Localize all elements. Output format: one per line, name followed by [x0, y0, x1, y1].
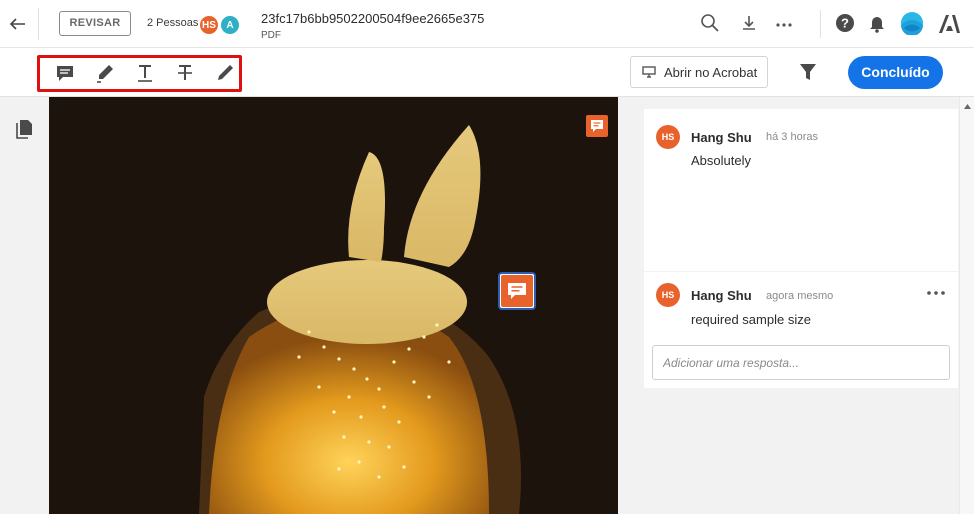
comment-pin-icon[interactable] — [586, 115, 608, 137]
draw-icon[interactable] — [214, 62, 236, 84]
underline-icon[interactable] — [134, 62, 156, 84]
reply-input[interactable] — [652, 345, 950, 380]
document-canvas[interactable] — [49, 97, 618, 514]
more-options-icon[interactable] — [773, 12, 795, 34]
panel-scrollbar[interactable] — [959, 97, 974, 514]
comments-panel: HS Hang Shu há 3 horas Absolutely HS Han… — [618, 97, 974, 514]
avatar-a[interactable]: A — [220, 15, 240, 35]
done-button[interactable]: Concluído — [848, 56, 943, 89]
document-title: 23fc17b6bb9502200504f9ee2665e375 — [261, 11, 485, 26]
comment-time: agora mesmo — [766, 290, 834, 302]
comment-card-active[interactable]: HS Hang Shu agora mesmo required sample … — [644, 272, 958, 388]
review-button[interactable]: REVISAR — [59, 11, 131, 36]
divider — [38, 8, 39, 40]
comment-time: há 3 horas — [766, 131, 818, 143]
comment-card[interactable]: HS Hang Shu há 3 horas Absolutely — [644, 109, 958, 271]
scroll-up-arrow-icon[interactable] — [962, 99, 973, 110]
people-count[interactable]: 2 Pessoas — [147, 17, 198, 29]
search-icon[interactable] — [699, 12, 721, 34]
pages-icon[interactable] — [14, 118, 34, 140]
notification-bell-icon[interactable] — [866, 12, 888, 34]
monitor-icon — [642, 66, 656, 78]
comment-text: Absolutely — [691, 153, 751, 168]
divider — [820, 10, 821, 38]
comment-avatar: HS — [656, 125, 680, 149]
adobe-logo-icon[interactable] — [937, 13, 961, 35]
avatar-hs[interactable]: HS — [199, 15, 219, 35]
download-icon[interactable] — [738, 12, 760, 34]
comment-author: Hang Shu — [691, 130, 752, 145]
top-bar: REVISAR 2 Pessoas HS A 23fc17b6bb9502200… — [0, 0, 974, 48]
user-profile-icon[interactable] — [900, 11, 924, 36]
left-rail — [0, 97, 49, 514]
comment-pin-selected-icon[interactable] — [498, 272, 536, 310]
comment-author: Hang Shu — [691, 288, 752, 303]
comment-avatar: HS — [656, 283, 680, 307]
help-icon[interactable]: ? — [834, 12, 856, 34]
strikethrough-icon[interactable] — [174, 62, 196, 84]
highlight-icon[interactable] — [94, 62, 116, 84]
open-in-acrobat-button[interactable]: Abrir no Acrobat — [630, 56, 768, 88]
document-type: PDF — [261, 30, 281, 41]
open-in-acrobat-label: Abrir no Acrobat — [664, 65, 758, 80]
annotation-toolbar: Abrir no Acrobat Concluído — [0, 48, 974, 97]
comment-icon[interactable] — [54, 62, 76, 84]
svg-text:?: ? — [841, 16, 849, 31]
filter-icon[interactable] — [797, 62, 819, 82]
comment-more-options-icon[interactable] — [926, 286, 946, 300]
back-arrow-icon[interactable] — [7, 14, 29, 34]
comment-text: required sample size — [691, 312, 811, 327]
